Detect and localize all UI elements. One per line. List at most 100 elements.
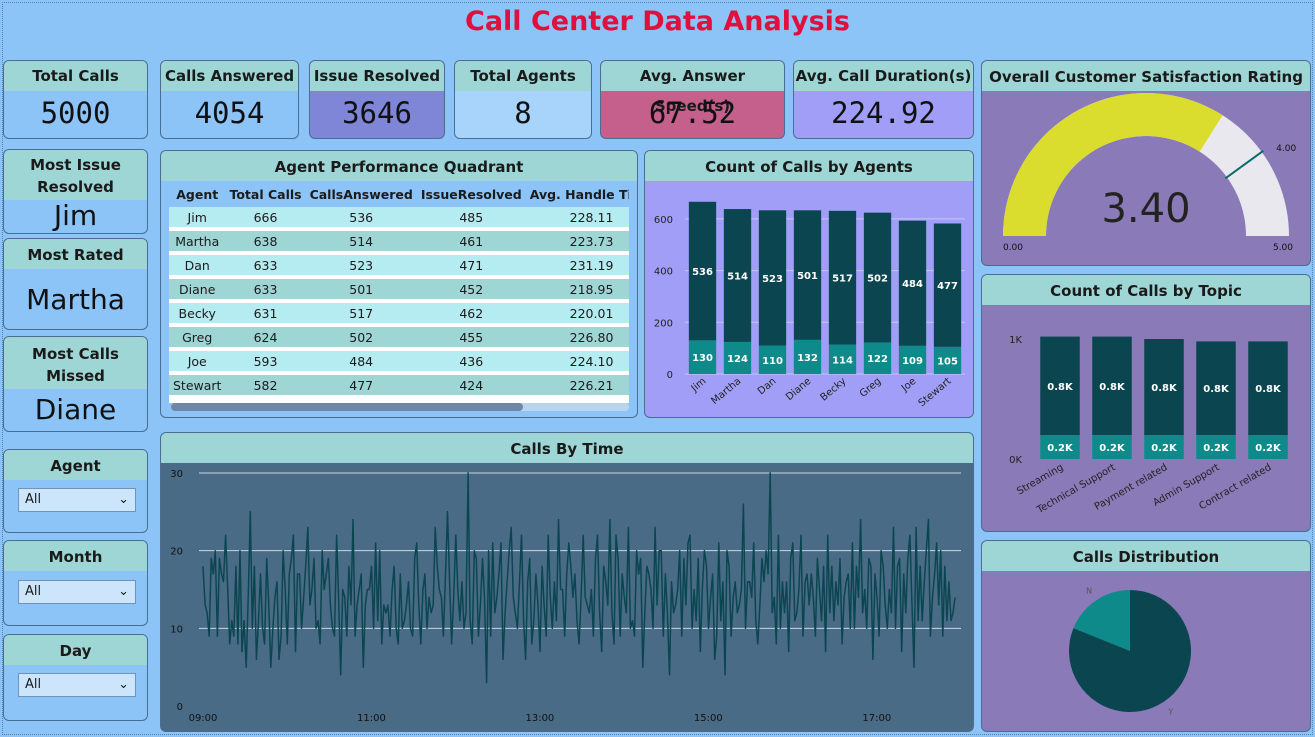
table-scrollbar[interactable] <box>171 403 629 411</box>
calls-by-time-title: Calls By Time <box>161 433 973 463</box>
data-label: 502 <box>867 274 888 285</box>
calls-by-topic-card: Count of Calls by Topic 0K 1K 0.2K 0.8K Stre… <box>981 274 1311 532</box>
table-cell: Martha <box>169 231 226 251</box>
data-label: 114 <box>832 355 853 366</box>
table-cell: 220.01 <box>525 303 629 323</box>
table-row[interactable]: Dan633523471231.193.45 <box>169 255 629 275</box>
table-scrollbar-thumb[interactable] <box>171 403 523 411</box>
table-cell: Greg <box>169 327 226 347</box>
data-label: 517 <box>832 274 853 285</box>
most-issue-resolved-card[interactable]: Most Issue Resolved Jim <box>3 149 148 234</box>
kpi-total-agents-label: Total Agents <box>455 61 591 91</box>
data-label: 132 <box>797 353 818 364</box>
data-label: 109 <box>902 356 923 367</box>
chevron-down-icon: ⌄ <box>118 584 129 599</box>
data-label: 0.8K <box>1047 382 1074 393</box>
calls-by-time-card: Calls By Time 0 10 20 30 09:00 11:00 13:00 15:0… <box>160 432 974 732</box>
x-tick-label: Becky <box>818 376 848 404</box>
y-tick-label: 0 <box>667 370 673 381</box>
data-label: 0.8K <box>1099 382 1126 393</box>
agent-performance-card: Agent Performance Quadrant Agent Total Ca… <box>160 150 638 418</box>
column-header[interactable]: IssueResolved <box>417 181 526 207</box>
calls-distribution-pie: NY <box>1069 586 1191 717</box>
column-header[interactable]: CallsAnswered <box>306 181 417 207</box>
column-header[interactable]: Avg. Handle Time <box>526 181 629 207</box>
table-cell: 226.21 <box>525 375 629 395</box>
y-tick-label: 600 <box>654 215 673 226</box>
gauge-target-label: 4.00 <box>1276 144 1296 154</box>
x-tick-label: Martha <box>709 376 743 407</box>
column-header[interactable]: Total Calls <box>225 181 305 207</box>
pie-slice-label: Y <box>1167 708 1173 717</box>
calls-by-agents-chart: 0 200 400 600 130 536 Jim 124 514 Martha 110 523 Dan… <box>654 201 965 409</box>
table-cell: 218.95 <box>525 279 629 299</box>
table-cell: 502 <box>305 327 417 347</box>
kpi-total-agents[interactable]: Total Agents 8 <box>454 60 592 139</box>
y-tick-label: 0K <box>1009 455 1022 466</box>
month-slicer-card: Month All ⌄ <box>3 540 148 626</box>
data-label: 0.8K <box>1203 384 1230 395</box>
month-slicer-label: Month <box>4 541 147 571</box>
data-label: 122 <box>867 354 888 365</box>
table-cell: 462 <box>416 303 526 323</box>
table-row[interactable]: Stewart582477424226.213.40 <box>169 375 629 395</box>
table-cell: 471 <box>416 255 526 275</box>
table-row[interactable]: Greg624502455226.803.40 <box>169 327 629 347</box>
table-cell: 633 <box>225 279 306 299</box>
data-label: 0.2K <box>1255 443 1282 454</box>
table-cell: 633 <box>225 255 306 275</box>
data-label: 105 <box>937 356 958 367</box>
x-tick-label: 15:00 <box>694 713 723 724</box>
month-dropdown[interactable]: All ⌄ <box>18 580 136 604</box>
x-tick-label: Greg <box>858 376 884 400</box>
data-label: 110 <box>762 356 783 367</box>
table-row[interactable]: Joe593484436224.103.33 <box>169 351 629 371</box>
pie-slice-label: N <box>1086 586 1092 595</box>
y-tick-label: 200 <box>654 318 673 329</box>
x-tick-label: Stewart <box>917 376 954 409</box>
y-tick-label: 10 <box>170 624 183 635</box>
calls-by-agents-title: Count of Calls by Agents <box>645 151 973 181</box>
table-cell: 624 <box>225 327 306 347</box>
kpi-avg-answer-speed[interactable]: Avg. Answer Speed(s) 67.52 <box>600 60 785 139</box>
table-cell: 523 <box>305 255 417 275</box>
kpi-issue-resolved[interactable]: Issue Resolved 3646 <box>309 60 445 139</box>
most-calls-missed-label: Most Calls Missed <box>4 337 147 389</box>
table-row[interactable]: Becky631517462220.013.37 <box>169 303 629 323</box>
table-cell: 582 <box>225 375 306 395</box>
kpi-issue-resolved-label: Issue Resolved <box>310 61 444 91</box>
column-header[interactable]: Agent <box>169 181 225 207</box>
y-tick-label: 20 <box>170 547 183 558</box>
kpi-total-calls-label: Total Calls <box>4 61 147 91</box>
agent-performance-table: Agent Total Calls CallsAnswered IssueResolv… <box>169 181 629 395</box>
data-label: 0.8K <box>1255 384 1282 395</box>
y-tick-label: 1K <box>1009 335 1022 346</box>
table-cell: 424 <box>416 375 526 395</box>
x-tick-label: 11:00 <box>357 713 386 724</box>
kpi-total-calls[interactable]: Total Calls 5000 <box>3 60 148 139</box>
table-cell: 228.11 <box>525 207 629 227</box>
agent-dropdown[interactable]: All ⌄ <box>18 488 136 512</box>
x-tick-label: Streaming <box>1015 462 1065 497</box>
data-label: 501 <box>797 271 818 282</box>
kpi-avg-call-duration[interactable]: Avg. Call Duration(s) 224.92 <box>793 60 974 139</box>
data-label: 536 <box>692 267 713 278</box>
calls-by-topic-chart: 0K1K0.2K0.8KStreaming0.2K0.8KTechnical S… <box>1009 335 1288 516</box>
table-cell: 517 <box>305 303 417 323</box>
most-calls-missed-card[interactable]: Most Calls Missed Diane <box>3 336 148 432</box>
kpi-calls-answered[interactable]: Calls Answered 4054 <box>160 60 299 139</box>
table-cell: Dan <box>169 255 226 275</box>
table-cell: 452 <box>416 279 526 299</box>
table-row[interactable]: Jim666536485228.113.39 <box>169 207 629 227</box>
most-rated-card[interactable]: Most Rated Martha <box>3 238 148 330</box>
data-label: 0.2K <box>1047 443 1074 454</box>
gauge-max-label: 5.00 <box>1273 243 1293 253</box>
table-row[interactable]: Diane633501452218.953.41 <box>169 279 629 299</box>
table-row[interactable]: Martha638514461223.733.47 <box>169 231 629 251</box>
y-tick-label: 0 <box>177 702 183 713</box>
data-label: 130 <box>692 353 713 364</box>
agent-performance-table-wrap[interactable]: Agent Total Calls CallsAnswered IssueResolv… <box>169 181 629 403</box>
most-issue-resolved-label: Most Issue Resolved <box>4 150 147 200</box>
table-cell: 223.73 <box>525 231 629 251</box>
day-dropdown[interactable]: All ⌄ <box>18 673 136 697</box>
